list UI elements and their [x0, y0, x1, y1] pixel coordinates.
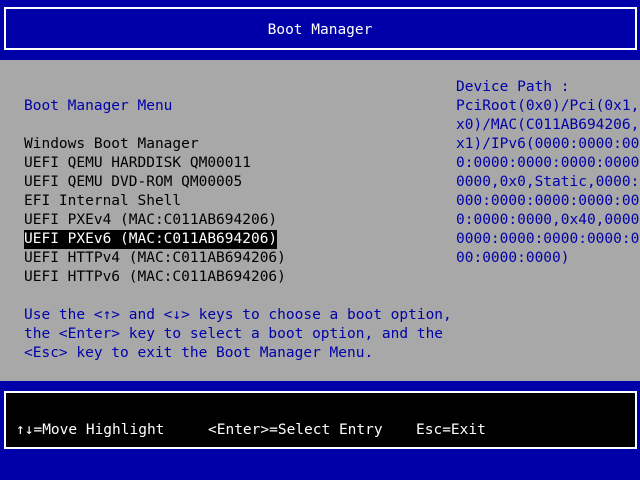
device-path-line: PciRoot(0x0)/Pci(0x1,0 [456, 98, 640, 114]
boot-option-pxev4[interactable]: UEFI PXEv4 (MAC:C011AB694206) [24, 211, 277, 230]
select-entry-hint: <Enter>=Select Entry [208, 422, 383, 438]
boot-option-httpv6[interactable]: UEFI HTTPv6 (MAC:C011AB694206) [24, 268, 286, 287]
main-panel: Boot Manager Menu Windows Boot Manager U… [0, 60, 640, 381]
help-text-line: <Esc> key to exit the Boot Manager Menu. [24, 345, 374, 361]
move-highlight-hint: ↑↓=Move Highlight [16, 422, 165, 438]
device-path-line: 0:0000:0000,0x40,0000: [456, 212, 640, 228]
boot-option-pxev6-selected[interactable]: UEFI PXEv6 (MAC:C011AB694206) [24, 230, 278, 249]
device-path-heading: Device Path : [456, 79, 570, 95]
help-text-line: Use the <↑> and <↓> keys to choose a boo… [24, 307, 452, 323]
exit-hint: Esc=Exit [416, 422, 486, 438]
page-title: Boot Manager [267, 22, 373, 38]
device-path-line: x1)/IPv6(0000:0000:000 [456, 136, 640, 152]
boot-option-qemu-dvd-rom[interactable]: UEFI QEMU DVD-ROM QM00005 [24, 173, 242, 192]
title-bar: Boot Manager [0, 0, 640, 60]
device-path-line: 0000,0x0,Static,0000:0 [456, 174, 640, 190]
menu-heading: Boot Manager Menu [24, 98, 173, 114]
boot-option-qemu-harddisk[interactable]: UEFI QEMU HARDDISK QM00011 [24, 154, 251, 173]
boot-option-windows-boot-manager[interactable]: Windows Boot Manager [24, 135, 199, 154]
boot-option-efi-shell[interactable]: EFI Internal Shell [24, 192, 181, 211]
device-path-line: 00:0000:0000) [456, 250, 570, 266]
footer-bar: ↑↓=Move Highlight <Enter>=Select Entry E… [0, 381, 640, 480]
boot-option-httpv4[interactable]: UEFI HTTPv4 (MAC:C011AB694206) [24, 249, 286, 268]
device-path-line: 0:0000:0000:0000:0000: [456, 155, 640, 171]
help-text-line: the <Enter> key to select a boot option,… [24, 326, 444, 342]
device-path-line: 000:0000:0000:0000:000 [456, 193, 640, 209]
device-path-line: 0000:0000:0000:0000:00 [456, 231, 640, 247]
device-path-line: x0)/MAC(C011AB694206,0 [456, 117, 640, 133]
